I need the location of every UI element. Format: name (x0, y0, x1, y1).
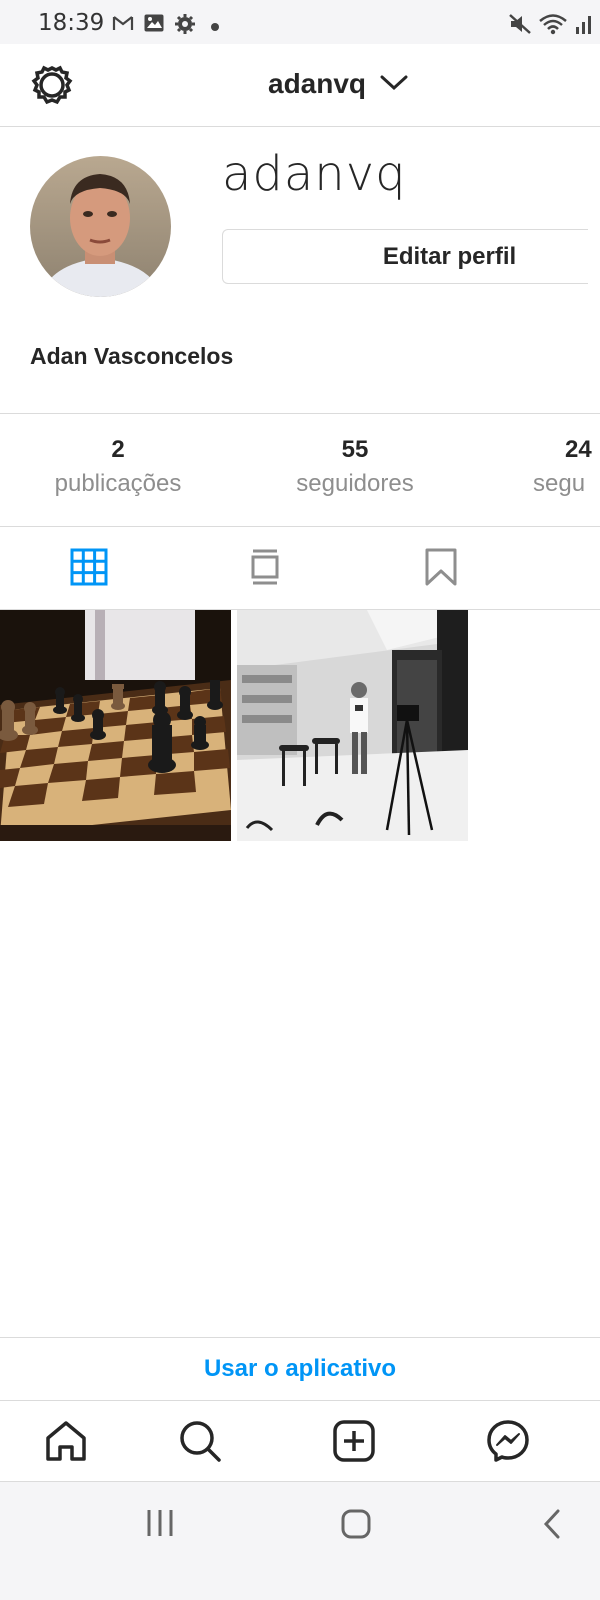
system-nav-bar (0, 1482, 600, 1600)
avatar[interactable] (30, 156, 171, 297)
stat-label: seguidores (296, 470, 414, 497)
wifi-icon (538, 13, 568, 40)
stat-label: publicações (54, 470, 182, 497)
dot-icon (210, 19, 220, 37)
gallery-icon (143, 13, 165, 38)
home-icon[interactable] (340, 1508, 372, 1545)
profile-stats: 2 publicações 55 seguidores 24 segu (0, 413, 600, 527)
profile-tabs (0, 526, 600, 610)
header-username[interactable]: adanvq (268, 68, 366, 100)
stat-count: 24 (565, 436, 592, 463)
bookmark-icon[interactable] (424, 548, 458, 591)
stat-count: 55 (341, 436, 369, 463)
profile-username: adanvq (222, 146, 407, 202)
profile-header: adanvq (0, 44, 600, 127)
gmail-icon (112, 13, 134, 38)
stat-following[interactable]: 24 segu (533, 436, 600, 498)
recents-icon[interactable] (145, 1508, 175, 1543)
new-post-icon[interactable] (332, 1419, 376, 1468)
home-icon[interactable] (44, 1419, 88, 1468)
use-app-banner[interactable]: Usar o aplicativo (0, 1337, 600, 1401)
full-name: Adan Vasconcelos (30, 343, 234, 369)
back-icon[interactable] (540, 1508, 564, 1545)
chevron-down-icon[interactable] (380, 74, 408, 97)
stat-followers[interactable]: 55 seguidores (285, 436, 425, 498)
stat-posts: 2 publicações (48, 436, 188, 498)
edit-profile-button[interactable]: Editar perfil (222, 229, 588, 284)
status-time: 18:39 (38, 10, 105, 36)
signal-icon (574, 13, 594, 40)
stat-label: segu (533, 470, 586, 497)
stat-count: 2 (111, 436, 125, 463)
mute-icon (508, 13, 532, 40)
status-bar: 18:39 (0, 0, 600, 44)
search-icon[interactable] (178, 1419, 222, 1468)
grid-icon[interactable] (70, 548, 108, 591)
post-man-in-store[interactable] (237, 610, 468, 841)
settings-icon (174, 13, 196, 40)
gear-icon[interactable] (30, 64, 74, 113)
post-chess-board[interactable] (0, 610, 231, 841)
bottom-nav (0, 1401, 600, 1482)
messenger-icon[interactable] (486, 1419, 530, 1468)
guide-icon[interactable] (250, 548, 280, 591)
